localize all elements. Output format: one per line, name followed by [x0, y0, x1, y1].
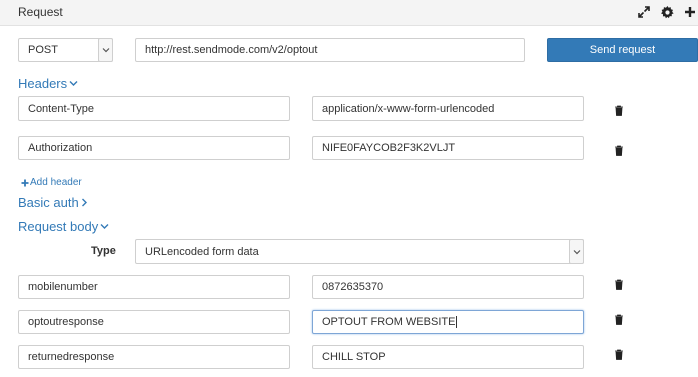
header-name-value: Authorization: [28, 142, 93, 154]
trash-icon[interactable]: [613, 104, 625, 116]
body-type-select[interactable]: URLencoded form data: [135, 239, 584, 264]
header-name-value: Content-Type: [28, 102, 95, 115]
header-value-value: application/x-www-form-urlencoded: [322, 102, 495, 115]
body-param-value-input[interactable]: CHILL STOP: [312, 345, 584, 369]
expand-icon[interactable]: [636, 4, 652, 20]
trash-icon[interactable]: [613, 313, 625, 325]
header-name-input[interactable]: Authorization: [18, 136, 290, 160]
basic-auth-toggle[interactable]: Basic auth: [18, 195, 88, 210]
headers-title: Headers: [18, 76, 68, 91]
chevron-down-icon: [69, 81, 78, 86]
body-param-value-value: CHILL STOP: [322, 351, 386, 363]
chevron-down-icon: [100, 224, 109, 229]
panel-title: Request: [18, 5, 63, 19]
header-name-input[interactable]: Content-Type: [18, 96, 290, 121]
headers-toggle[interactable]: Headers: [18, 76, 78, 91]
add-header-link[interactable]: Add header: [21, 177, 82, 188]
body-param-name-value: mobilenumber: [28, 281, 98, 293]
text-cursor: [456, 316, 458, 328]
trash-icon[interactable]: [613, 144, 625, 156]
trash-icon[interactable]: [613, 278, 625, 290]
header-value-value: NIFE0FAYCOB2F3K2VLJT: [322, 142, 456, 154]
method-select[interactable]: POST: [18, 38, 113, 62]
body-param-value-value: OPTOUT FROM WEBSITE: [322, 316, 456, 328]
add-header-label: Add header: [30, 177, 82, 188]
chevron-right-icon: [81, 198, 87, 207]
body-param-name-input[interactable]: optoutresponse: [18, 310, 290, 334]
header-value-input[interactable]: NIFE0FAYCOB2F3K2VLJT: [312, 136, 584, 160]
send-request-button[interactable]: Send request: [547, 38, 698, 62]
url-value: http://rest.sendmode.com/v2/optout: [145, 44, 318, 56]
chevron-down-icon[interactable]: [98, 38, 113, 62]
body-type-label: Type: [91, 245, 116, 257]
body-param-name-input[interactable]: returnedresponse: [18, 345, 290, 369]
request-body-title: Request body: [18, 219, 99, 234]
basic-auth-title: Basic auth: [18, 195, 79, 210]
body-param-value-input[interactable]: 0872635370: [312, 275, 584, 299]
header-value-input[interactable]: application/x-www-form-urlencoded: [312, 96, 584, 121]
trash-icon[interactable]: [613, 348, 625, 360]
panel-header: Request: [0, 0, 698, 26]
body-param-name-value: optoutresponse: [28, 316, 104, 328]
request-body-toggle[interactable]: Request body: [18, 219, 109, 234]
body-param-value-value: 0872635370: [322, 281, 384, 293]
body-param-name-value: returnedresponse: [28, 351, 115, 363]
plus-icon[interactable]: [682, 4, 698, 20]
body-param-value-input[interactable]: OPTOUT FROM WEBSITE: [312, 310, 584, 334]
body-param-name-input[interactable]: mobilenumber: [18, 275, 290, 299]
url-input[interactable]: http://rest.sendmode.com/v2/optout: [135, 38, 525, 62]
plus-icon: [21, 179, 29, 186]
method-value: POST: [28, 44, 58, 56]
gear-icon[interactable]: [659, 4, 675, 20]
chevron-down-icon[interactable]: [569, 239, 584, 264]
body-type-value: URLencoded form data: [145, 245, 259, 258]
